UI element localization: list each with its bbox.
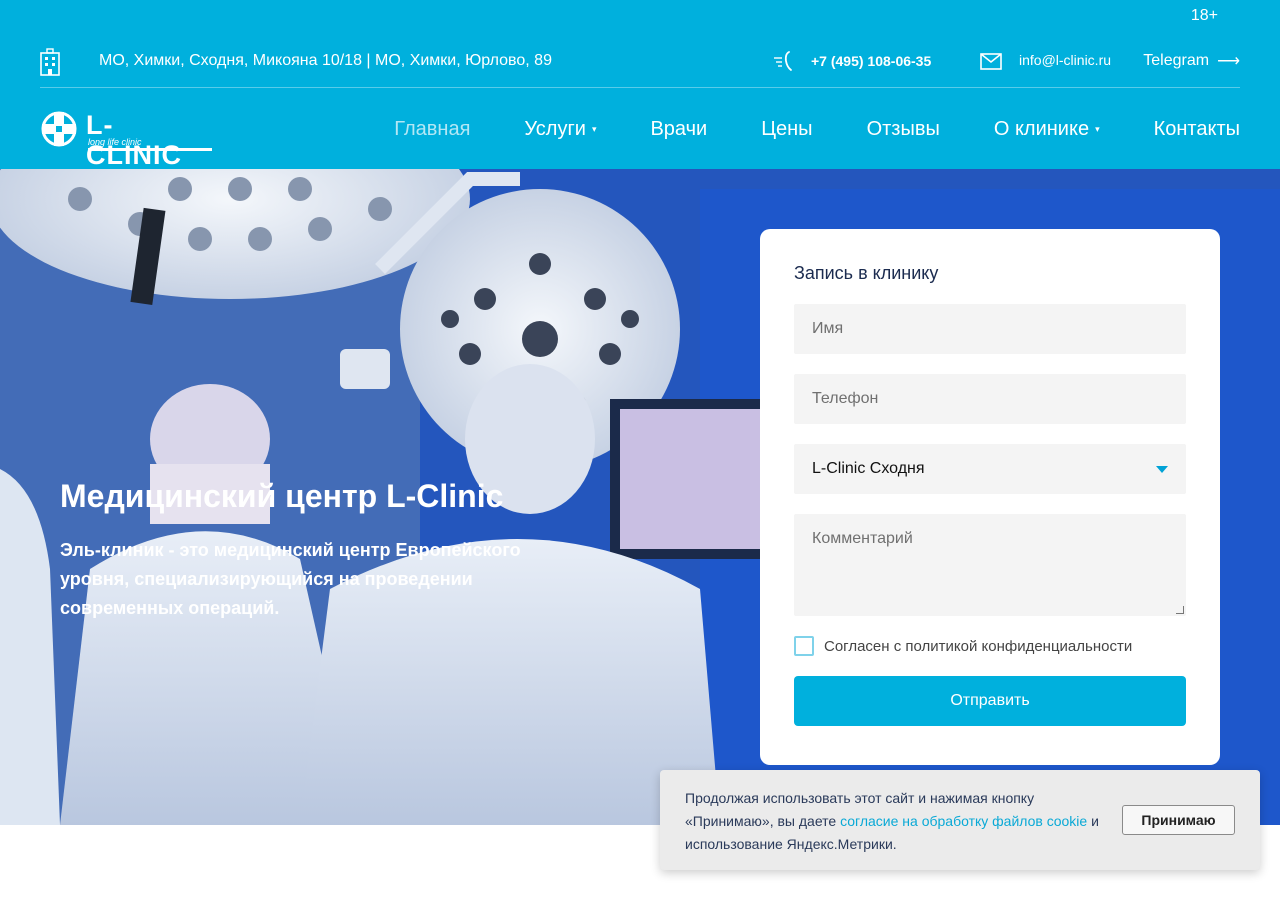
privacy-consent[interactable]: Согласен с политикой конфиденциальности <box>794 636 1186 656</box>
email-link[interactable]: info@l-clinic.ru <box>1019 52 1111 68</box>
comment-placeholder: Комментарий <box>812 530 913 547</box>
name-input[interactable]: Имя <box>794 304 1186 354</box>
mail-icon <box>980 53 1002 70</box>
resize-handle-icon[interactable] <box>1176 606 1184 614</box>
consent-label: Согласен с политикой конфиденциальности <box>824 637 1133 655</box>
site-logo[interactable]: L-CLINIC long life clinic <box>40 110 212 170</box>
nav-item-label: Услуги <box>524 118 586 140</box>
logo-tagline: long life clinic <box>88 137 212 151</box>
hero-description: Эль-клиник - это медицинский центр Европ… <box>60 540 521 618</box>
phone-input[interactable]: Телефон <box>794 374 1186 424</box>
nav-item-5[interactable]: О клинике ▾ <box>994 118 1100 141</box>
main-nav: Главная Услуги ▾ Врачи Цены Отзывы О клинике ▾ К… <box>394 118 1240 141</box>
nav-item-2[interactable]: Врачи <box>650 118 707 141</box>
chevron-down-icon: ▾ <box>591 124 597 134</box>
cookie-accept-button[interactable]: Принимаю <box>1122 805 1235 835</box>
nav-item-label: Врачи <box>650 118 708 140</box>
dropdown-arrow-icon <box>1156 465 1168 473</box>
phone-placeholder: Телефон <box>812 390 879 407</box>
telegram-link[interactable]: Telegram ⟶ <box>1143 51 1240 71</box>
cookie-text: Продолжая использовать этот сайт и нажим… <box>685 787 1125 856</box>
nav-item-label: О клинике <box>993 118 1090 140</box>
nav-item-1[interactable]: Услуги ▾ <box>524 118 596 141</box>
consent-checkbox[interactable] <box>794 636 814 656</box>
form-title: Запись в клинику <box>794 263 939 283</box>
age-rating: 18+ <box>1190 7 1218 24</box>
appointment-form: Запись в клинику Имя Телефон L-Clinic Сх… <box>760 229 1220 765</box>
clinic-select-value: L-Clinic Сходня <box>812 460 925 477</box>
nav-item-label: Цены <box>761 118 813 140</box>
cookie-consent-link[interactable]: согласие на обработку файлов cookie <box>840 813 1087 829</box>
contact-bar: МО, Химки, Сходня, Микояна 10/18 | МО, Х… <box>40 44 1240 88</box>
cross-logo-icon <box>41 111 77 147</box>
phone-link[interactable]: +7 (495) 108-06-35 <box>811 53 931 69</box>
clinic-select[interactable]: L-Clinic Сходня <box>794 444 1186 494</box>
nav-item-3[interactable]: Цены <box>761 118 812 141</box>
submit-button[interactable]: Отправить <box>794 676 1186 726</box>
telegram-label: Telegram <box>1143 52 1210 69</box>
name-placeholder: Имя <box>812 320 844 337</box>
arrow-right-icon: ⟶ <box>1217 53 1240 70</box>
address-text: МО, Химки, Сходня, Микояна 10/18 | МО, Х… <box>99 52 552 69</box>
hero-title: Медицинский центр L-Clinic <box>60 478 504 514</box>
phone-icon <box>774 51 792 71</box>
nav-item-label: Отзывы <box>866 118 940 140</box>
comment-textarea[interactable]: Комментарий <box>794 514 1186 616</box>
building-icon <box>40 48 60 76</box>
cookie-banner: Продолжая использовать этот сайт и нажим… <box>660 770 1260 870</box>
nav-item-6[interactable]: Контакты <box>1154 118 1240 141</box>
chevron-down-icon: ▾ <box>1095 124 1100 134</box>
nav-item-label: Контакты <box>1153 118 1240 140</box>
site-header: 18+ МО, Химки, Сходня, Микояна 10/18 | М… <box>0 0 1280 170</box>
nav-item-0[interactable]: Главная <box>394 118 470 141</box>
nav-item-label: Главная <box>394 118 471 140</box>
nav-item-4[interactable]: Отзывы <box>867 118 940 141</box>
